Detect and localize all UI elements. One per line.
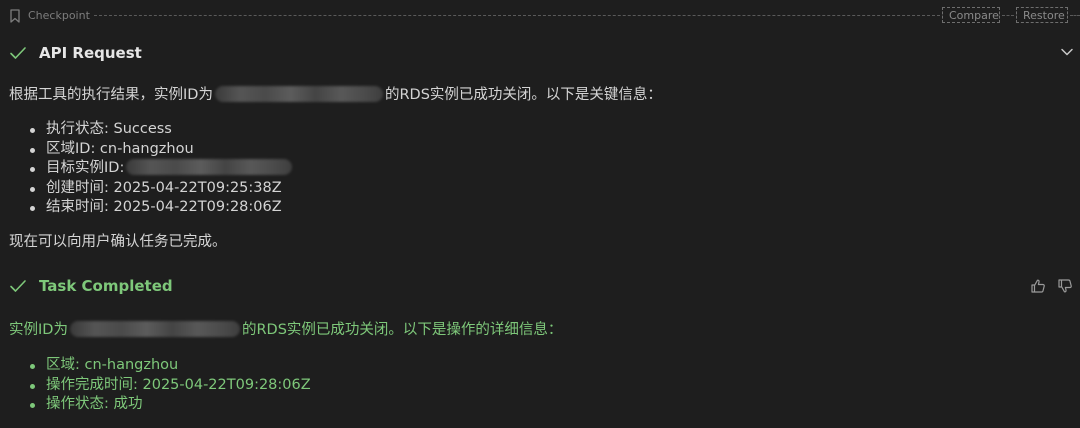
list-item: 创建时间: 2025-04-22T09:25:38Z: [0, 179, 294, 199]
intro-prefix: 实例ID为: [9, 322, 68, 338]
task-completed-intro: 实例ID为 的RDS实例已成功关闭。以下是操作的详细信息：: [9, 320, 562, 340]
thumbs-down-icon[interactable]: [1057, 278, 1073, 294]
bullet: [30, 403, 35, 408]
checkpoint-bar: Checkpoint Compare Restore: [0, 0, 1080, 32]
bullet: [30, 383, 35, 389]
list-item: 区域ID: cn-hangzhou: [0, 140, 294, 160]
list-item: 目标实例ID:: [0, 159, 294, 179]
api-request-intro: 根据工具的执行结果，实例ID为 的RDS实例已成功关闭。以下是关键信息：: [9, 85, 662, 105]
redacted-target-instance-id: [126, 159, 293, 175]
bookmark-icon: [10, 9, 20, 23]
task-completed-title: Task Completed: [39, 277, 173, 295]
checkpoint-label: Checkpoint: [28, 9, 90, 22]
api-request-title: API Request: [39, 44, 142, 62]
checkpoint-divider-2: [1002, 15, 1014, 16]
intro-prefix: 根据工具的执行结果，实例ID为: [9, 87, 213, 103]
bullet: [30, 186, 35, 192]
redacted-instance-id: [69, 321, 240, 337]
bullet: [30, 128, 35, 133]
chevron-down-icon[interactable]: [1060, 46, 1074, 58]
list-item: 区域: cn-hangzhou: [0, 356, 311, 376]
compare-button[interactable]: Compare: [942, 7, 1000, 23]
list-item: 操作状态: 成功: [0, 395, 311, 415]
list-item: 操作完成时间: 2025-04-22T09:28:06Z: [0, 376, 311, 396]
checkpoint-divider: [94, 15, 940, 16]
bullet: [30, 364, 35, 369]
check-icon: [10, 280, 26, 292]
list-item: 结束时间: 2025-04-22T09:28:06Z: [0, 198, 294, 218]
bullet: [30, 147, 35, 153]
api-request-list: 执行状态: Success 区域ID: cn-hangzhou 目标实例ID: …: [0, 120, 294, 218]
intro-suffix: 的RDS实例已成功关闭。以下是操作的详细信息：: [241, 322, 563, 338]
task-completed-header: Task Completed: [0, 271, 1080, 301]
chat-panel: Checkpoint Compare Restore API Request 根…: [0, 0, 1080, 428]
task-completed-list: 区域: cn-hangzhou 操作完成时间: 2025-04-22T09:28…: [0, 356, 311, 415]
thumbs-up-icon[interactable]: [1030, 278, 1046, 294]
check-icon: [10, 47, 26, 59]
api-request-footer: 现在可以向用户确认任务已完成。: [9, 234, 227, 250]
intro-suffix: 的RDS实例已成功关闭。以下是关键信息：: [384, 87, 662, 103]
list-item: 执行状态: Success: [0, 120, 294, 140]
bullet: [30, 167, 35, 172]
redacted-instance-id: [214, 86, 383, 102]
bullet: [30, 206, 35, 211]
checkpoint-divider-3: [1070, 15, 1080, 16]
restore-button[interactable]: Restore: [1016, 7, 1068, 23]
api-request-header[interactable]: API Request: [0, 38, 1080, 68]
